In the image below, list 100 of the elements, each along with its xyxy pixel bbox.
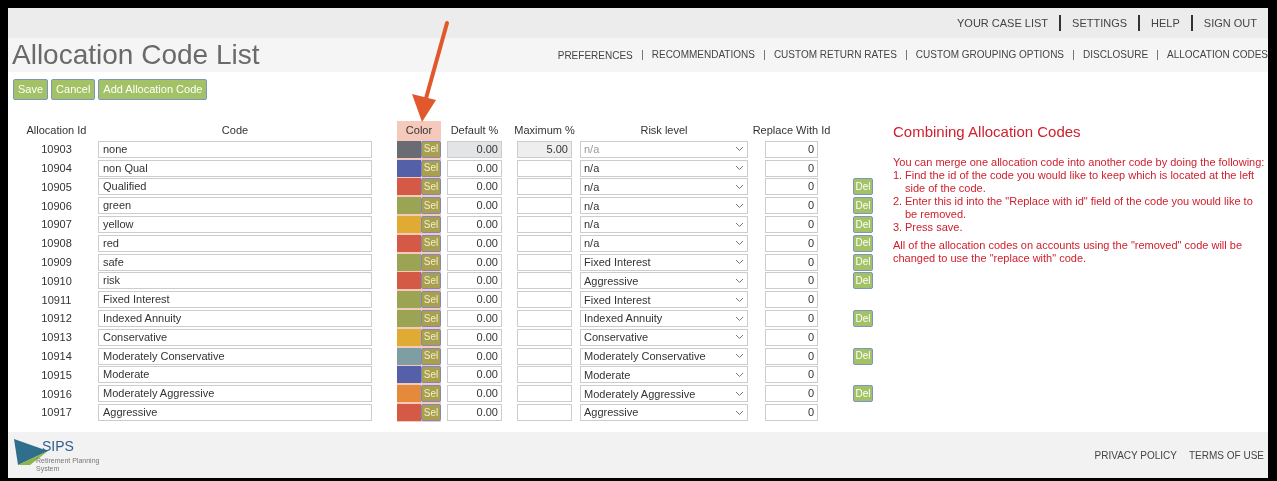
code-field[interactable]: red [98,234,372,252]
maximum-percent-field[interactable] [517,272,572,290]
column-header: Color [405,123,433,138]
allocation-id: 10910 [40,273,73,289]
top-nav-link[interactable]: SIGN OUT [1190,14,1268,32]
default-percent-field[interactable]: 0.00 [447,272,502,290]
code-field[interactable]: green [98,197,372,215]
code-field[interactable]: Conservative [98,328,372,346]
maximum-percent-field[interactable]: 5.00 [517,140,572,158]
chevron-down-icon [735,259,744,266]
default-percent-field[interactable]: 0.00 [447,216,502,234]
default-percent-field[interactable]: 0.00 [447,366,502,384]
default-percent-field[interactable]: 0.00 [447,253,502,271]
risk-level-dropdown[interactable]: Aggressive [580,404,748,422]
section-link[interactable]: CUSTOM GROUPING OPTIONS [905,50,1065,60]
section-link[interactable]: PREFERENCES [557,47,633,63]
column-header: Risk level [640,123,688,138]
replace-with-id-field[interactable]: 0 [765,328,818,346]
maximum-percent-field[interactable] [517,253,572,271]
maximum-percent-field[interactable] [517,310,572,328]
allocation-id: 10903 [40,142,73,158]
maximum-percent-field[interactable] [517,234,572,252]
replace-with-id-field[interactable]: 0 [765,347,818,365]
column-header: Replace With Id [752,123,831,138]
chevron-down-icon [735,146,744,153]
replace-with-id-field[interactable]: 0 [765,216,818,234]
risk-level-dropdown[interactable]: Conservative [580,328,748,346]
risk-level-dropdown[interactable]: n/a [580,178,748,196]
risk-level-dropdown[interactable]: Moderately Aggressive [580,385,748,403]
maximum-percent-field[interactable] [517,404,572,422]
maximum-percent-field[interactable] [517,385,572,403]
risk-level-dropdown[interactable]: Moderate [580,366,748,384]
risk-level-dropdown[interactable]: Fixed Interest [580,253,748,271]
code-field[interactable]: Moderately Conservative [98,347,372,365]
replace-with-id-field[interactable]: 0 [765,159,818,177]
risk-level-dropdown[interactable]: Moderately Conservative [580,347,748,365]
risk-level-dropdown[interactable]: Fixed Interest [580,291,748,309]
replace-with-id-field[interactable]: 0 [765,291,818,309]
replace-with-id-field[interactable]: 0 [765,197,818,215]
replace-with-id-field[interactable]: 0 [765,366,818,384]
replace-with-id-field[interactable]: 0 [765,140,818,158]
replace-with-id-field[interactable]: 0 [765,253,818,271]
footer-link[interactable]: TERMS OF USE [1189,447,1264,463]
default-percent-field[interactable]: 0.00 [447,310,502,328]
help-intro: You can merge one allocation code into another code by doing the following: [893,156,1265,169]
code-field[interactable]: Aggressive [98,404,372,422]
help-title: Combining Allocation Codes [893,122,1082,142]
code-field[interactable]: none [98,140,372,158]
section-link[interactable]: ALLOCATION CODES [1157,50,1268,60]
maximum-percent-field[interactable] [517,347,572,365]
section-link[interactable]: RECOMMENDATIONS [641,50,755,60]
section-link[interactable]: DISCLOSURE [1073,50,1149,60]
top-nav-link[interactable]: HELP [1138,14,1191,32]
default-percent-field[interactable]: 0.00 [447,291,502,309]
risk-level-dropdown[interactable]: n/a [580,159,748,177]
default-percent-field[interactable]: 0.00 [447,178,502,196]
risk-level-dropdown[interactable]: n/a [580,234,748,252]
chevron-down-icon [735,165,744,172]
default-percent-field[interactable]: 0.00 [447,159,502,177]
code-field[interactable]: safe [98,253,372,271]
maximum-percent-field[interactable] [517,366,572,384]
default-percent-field[interactable]: 0.00 [447,140,502,158]
allocation-id: 10912 [40,311,73,327]
top-nav-link[interactable]: SETTINGS [1059,14,1139,32]
section-link[interactable]: CUSTOM RETURN RATES [763,50,897,60]
replace-with-id-field[interactable]: 0 [765,272,818,290]
allocation-id: 10917 [40,405,73,421]
code-field[interactable]: Moderately Aggressive [98,385,372,403]
maximum-percent-field[interactable] [517,328,572,346]
default-percent-field[interactable]: 0.00 [447,347,502,365]
maximum-percent-field[interactable] [517,197,572,215]
code-field[interactable]: yellow [98,216,372,234]
maximum-percent-field[interactable] [517,291,572,309]
maximum-percent-field[interactable] [517,216,572,234]
default-percent-field[interactable]: 0.00 [447,404,502,422]
risk-level-dropdown[interactable]: Indexed Annuity [580,310,748,328]
risk-level-dropdown[interactable]: Aggressive [580,272,748,290]
replace-with-id-field[interactable]: 0 [765,385,818,403]
replace-with-id-field[interactable]: 0 [765,234,818,252]
allocation-id: 10915 [40,367,73,383]
replace-with-id-field[interactable]: 0 [765,310,818,328]
default-percent-field[interactable]: 0.00 [447,328,502,346]
default-percent-field[interactable]: 0.00 [447,197,502,215]
code-field[interactable]: non Qual [98,159,372,177]
code-field[interactable]: Fixed Interest [98,291,372,309]
maximum-percent-field[interactable] [517,178,572,196]
default-percent-field[interactable]: 0.00 [447,385,502,403]
code-field[interactable]: Qualified [98,178,372,196]
code-field[interactable]: Indexed Annuity [98,310,372,328]
allocation-id: 10904 [40,160,73,176]
risk-level-dropdown[interactable]: n/a [580,216,748,234]
footer-link[interactable]: PRIVACY POLICY [1094,447,1177,463]
risk-level-dropdown[interactable]: n/a [580,197,748,215]
replace-with-id-field[interactable]: 0 [765,178,818,196]
maximum-percent-field[interactable] [517,159,572,177]
top-nav-link[interactable]: YOUR CASE LIST [946,14,1060,32]
code-field[interactable]: Moderate [98,366,372,384]
default-percent-field[interactable]: 0.00 [447,234,502,252]
code-field[interactable]: risk [98,272,372,290]
replace-with-id-field[interactable]: 0 [765,404,818,422]
